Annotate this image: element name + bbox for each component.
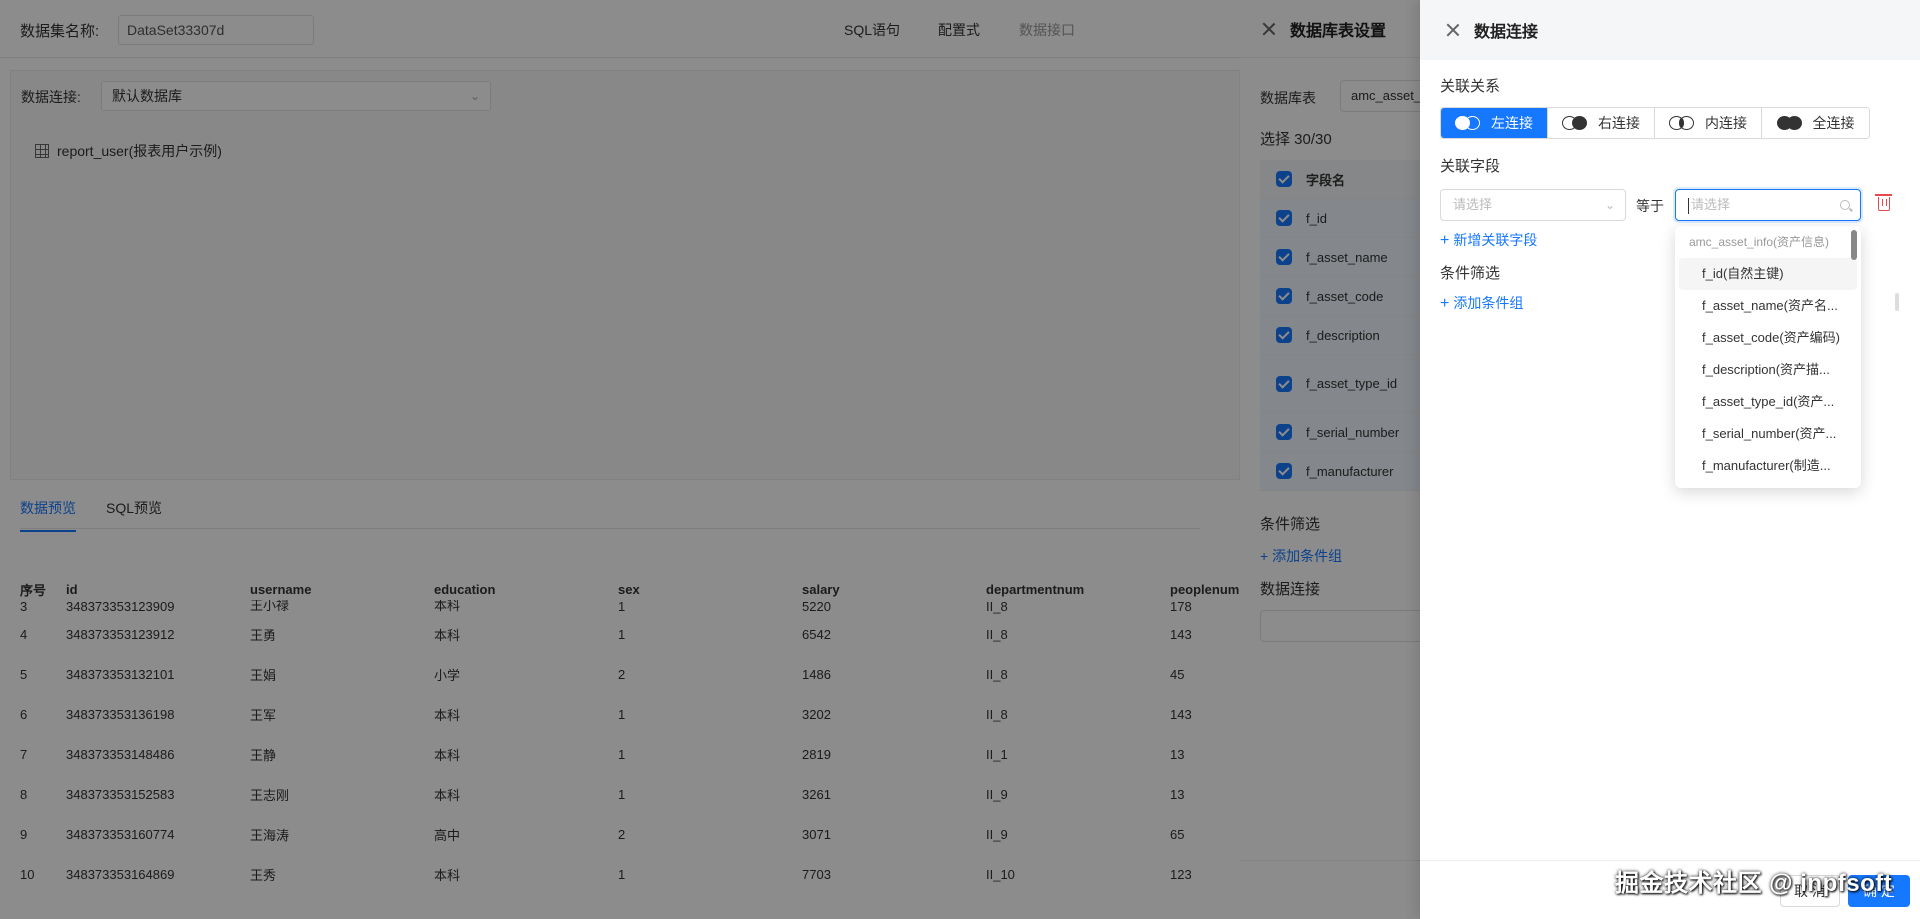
full-join-button[interactable]: 全连接 xyxy=(1762,108,1869,138)
dropdown-option[interactable]: f_id(自然主键) xyxy=(1679,258,1857,290)
close-icon[interactable] xyxy=(1446,23,1460,37)
plus-icon: + xyxy=(1440,295,1450,312)
join-type-group: 左连接 右连接 内连接 全连接 xyxy=(1440,107,1870,139)
chevron-down-icon: ⌄ xyxy=(1604,198,1615,212)
plus-icon: + xyxy=(1440,232,1450,249)
delete-icon[interactable] xyxy=(1875,194,1892,211)
modal-mask[interactable] xyxy=(0,0,1240,919)
data-connection-drawer: 数据连接 关联关系 左连接 右连接 内连接 全连接 关联字段 请选择 ⌄ 等于 … xyxy=(1420,0,1920,919)
join-label: 内连接 xyxy=(1705,115,1747,131)
select-placeholder: 请选择 xyxy=(1453,197,1493,212)
dropdown-group-label: amc_asset_info(资产信息) xyxy=(1689,235,1830,249)
left-join-icon xyxy=(1455,116,1481,130)
text-cursor xyxy=(1688,197,1689,214)
left-field-select[interactable]: 请选择 ⌄ xyxy=(1440,189,1626,221)
join-label: 左连接 xyxy=(1491,115,1533,131)
left-join-button[interactable]: 左连接 xyxy=(1441,108,1548,138)
drawer-mask xyxy=(1240,0,1420,919)
dropdown-option[interactable]: f_asset_code(资产编码) xyxy=(1675,322,1861,354)
field-dropdown: amc_asset_info(资产信息) f_id(自然主键) f_asset_… xyxy=(1675,226,1861,488)
scrollbar[interactable] xyxy=(1895,293,1899,311)
equals-label: 等于 xyxy=(1636,198,1664,214)
inner-join-button[interactable]: 内连接 xyxy=(1655,108,1762,138)
dropdown-scrollbar[interactable] xyxy=(1851,230,1857,260)
add-join-field-label: 新增关联字段 xyxy=(1453,232,1538,248)
add-condition-group-label: 添加条件组 xyxy=(1453,295,1524,311)
dropdown-option[interactable]: f_serial_number(资产... xyxy=(1675,418,1861,450)
join-field-title: 关联字段 xyxy=(1440,158,1501,175)
full-join-icon xyxy=(1776,116,1803,130)
dropdown-option[interactable]: f_manufacturer(制造... xyxy=(1675,450,1861,482)
dropdown-option[interactable]: f_description(资产描... xyxy=(1675,354,1861,386)
search-icon xyxy=(1840,200,1850,210)
relation-title: 关联关系 xyxy=(1440,78,1501,95)
inner-join-icon xyxy=(1669,116,1695,130)
right-join-icon xyxy=(1562,116,1588,130)
condition-filter-title: 条件筛选 xyxy=(1440,265,1501,282)
dropdown-option[interactable]: f_asset_name(资产名... xyxy=(1675,290,1861,322)
drawer-title: 数据连接 xyxy=(1474,24,1539,41)
select-placeholder: 请选择 xyxy=(1691,197,1731,212)
right-field-select[interactable]: 请选择 xyxy=(1675,189,1861,221)
db-table-settings-drawer: 数据库表设置 数据库表 amc_asset_ 选择 30/30 字段名 f_id… xyxy=(1240,0,1420,919)
add-join-field-link[interactable]: + 新增关联字段 xyxy=(1440,230,1537,250)
watermark-text: 掘金技术社区 @ inpfsoft xyxy=(1615,870,1893,897)
join-label: 全连接 xyxy=(1812,115,1855,131)
add-condition-group-link[interactable]: + 添加条件组 xyxy=(1440,293,1523,313)
join-label: 右连接 xyxy=(1598,115,1640,131)
drawer-header: 数据连接 xyxy=(1420,0,1920,60)
right-join-button[interactable]: 右连接 xyxy=(1548,108,1655,138)
dropdown-option[interactable]: f_asset_type_id(资产... xyxy=(1675,386,1861,418)
